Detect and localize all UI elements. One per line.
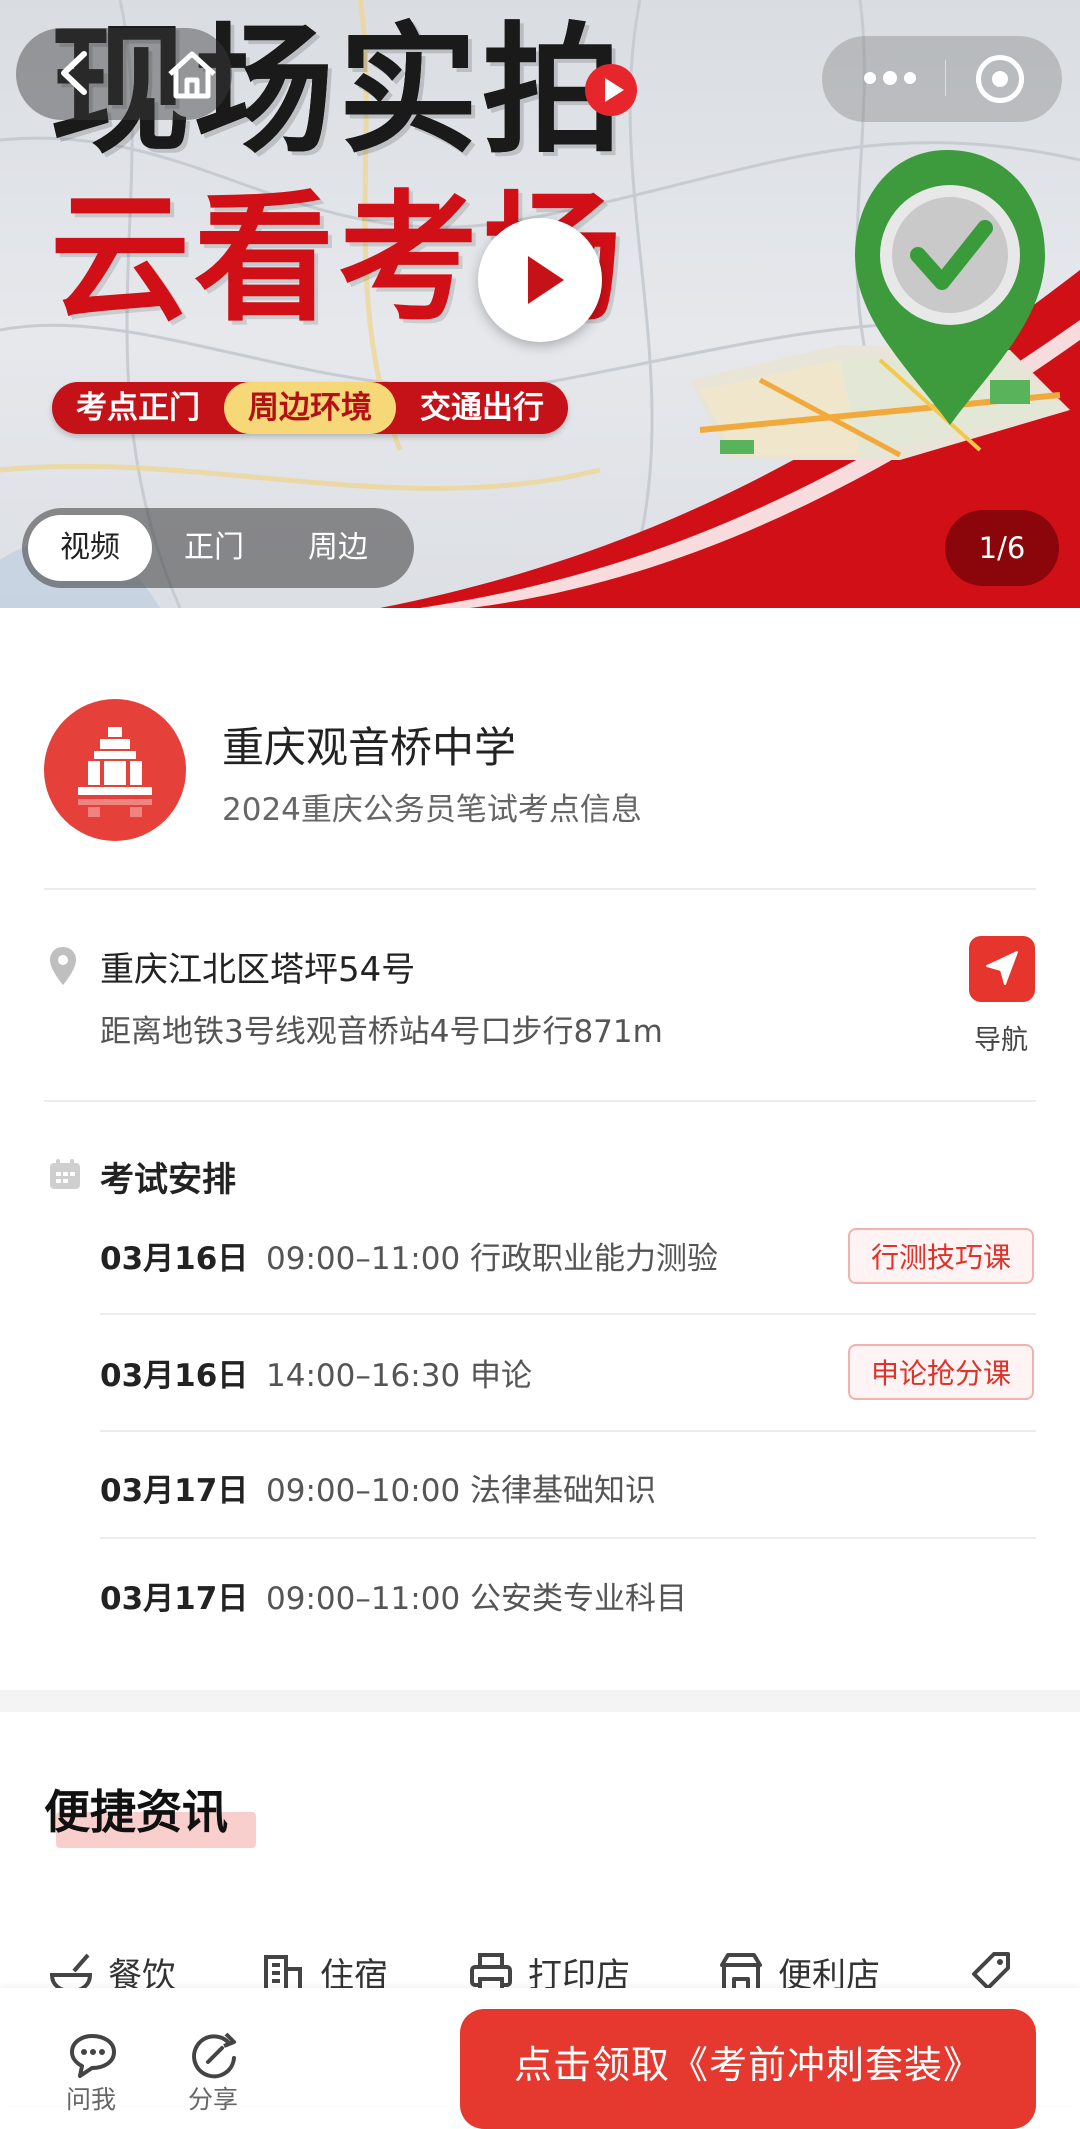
hero-tag: 周边环境 [224,382,396,434]
schedule-time: 09:00–10:00 法律基础知识 [266,1473,657,1509]
close-target-icon[interactable] [976,55,1024,103]
tag-icon [972,1952,1010,1990]
media-segment-control: 视频 正门 周边 [22,508,414,588]
row-divider [100,1313,1036,1315]
course-tag-button[interactable]: 行测技巧课 [848,1228,1034,1284]
divider [44,1100,1036,1102]
schedule-date: 03月17日 [100,1473,249,1509]
course-tag-button[interactable]: 申论抢分课 [848,1344,1034,1400]
more-dots-icon [864,71,916,85]
navigation-arrow-icon [986,951,1018,985]
schedule-time: 14:00–16:30 申论 [266,1358,533,1394]
schedule-date: 03月16日 [100,1358,249,1394]
page-indicator: 1/6 [945,510,1059,586]
share-icon[interactable] [188,2030,242,2080]
school-logo [44,699,186,841]
chevron-left-icon [61,51,87,95]
schedule-time: 09:00–11:00 公安类专业科目 [266,1581,688,1617]
category-more[interactable] [968,1948,1028,1992]
navigate-label[interactable]: 导航 [974,1018,1028,1057]
play-button[interactable] [478,218,602,342]
address-text: 重庆江北区塔坪54号 [100,950,416,990]
calendar-icon [50,1159,80,1189]
schedule-date: 03月16日 [100,1241,249,1277]
segment-gate[interactable]: 正门 [152,515,276,581]
back-button[interactable] [52,48,102,98]
capsule-divider [945,60,946,96]
hero-tag: 考点正门 [76,390,200,426]
home-icon [168,51,216,99]
school-subtitle: 2024重庆公务员笔试考点信息 [222,792,642,828]
distance-text: 距离地铁3号线观音桥站4号口步行871m [100,1014,663,1050]
schedule-time: 09:00–11:00 行政职业能力测验 [266,1241,719,1277]
segment-video[interactable]: 视频 [28,515,152,581]
row-divider [100,1430,1036,1432]
claim-package-button[interactable]: 点击领取《考前冲刺套装》 [460,2009,1036,2129]
school-name: 重庆观音桥中学 [222,723,517,772]
more-menu-button[interactable] [858,58,922,98]
navigate-button[interactable] [969,936,1035,1002]
video-badge-icon [585,64,637,116]
schedule-date: 03月17日 [100,1581,249,1617]
building-icon [78,727,152,817]
ask-label[interactable]: 问我 [66,2080,116,2116]
segment-surroundings[interactable]: 周边 [276,515,400,581]
hero-tag: 交通出行 [420,390,544,426]
section-separator [0,1690,1080,1712]
row-divider [100,1537,1036,1539]
hero-banner[interactable]: 现场实拍 云看考场 考点正门 周边环境 交通出行 视频 正门 周边 1/6 [0,0,1080,608]
schedule-title: 考试安排 [100,1160,236,1200]
chat-icon[interactable] [66,2030,120,2080]
hero-tag-group: 考点正门 周边环境 交通出行 [52,382,568,434]
info-section-title: 便捷资讯 [44,1785,228,1839]
home-button[interactable] [164,48,220,102]
share-label[interactable]: 分享 [188,2080,238,2116]
location-pin-icon [50,947,76,985]
divider [44,888,1036,890]
